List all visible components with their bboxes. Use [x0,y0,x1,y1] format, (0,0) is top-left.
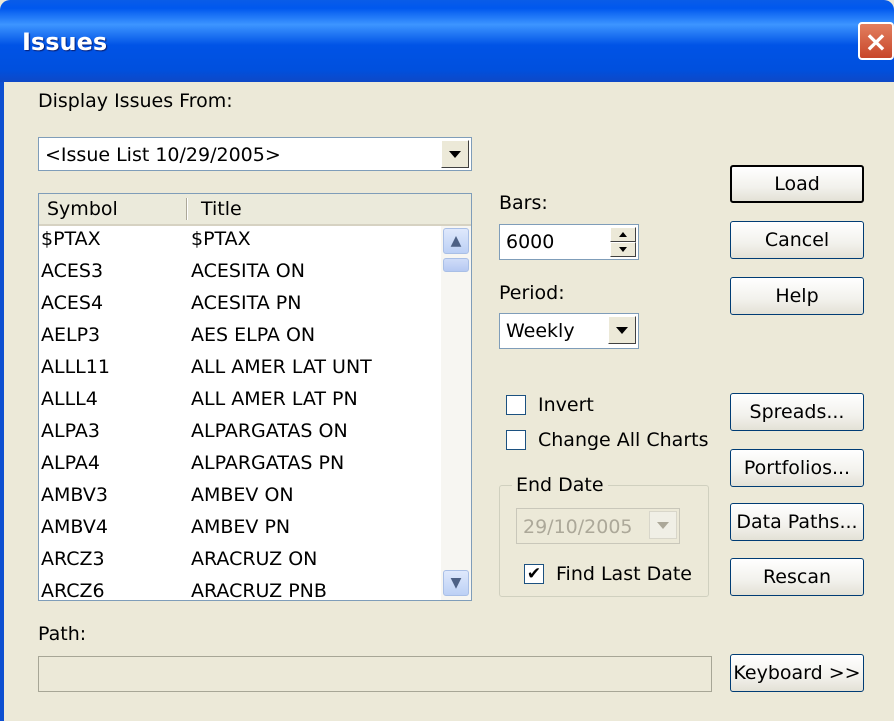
column-header-symbol[interactable]: Symbol [47,198,118,220]
title-cell: ACESITA ON [191,260,305,282]
column-header-title[interactable]: Title [201,198,242,220]
title-cell: ALL AMER LAT UNT [191,356,372,378]
end-date-value: 29/10/2005 [523,516,633,538]
list-item[interactable]: AMBV3 AMBEV ON [39,484,439,516]
bars-spinner[interactable]: 6000 [499,224,639,260]
symbol-cell: ALPA3 [41,420,100,442]
spreads-button[interactable]: Spreads... [730,393,864,431]
path-label: Path: [38,623,87,645]
chevron-down-icon[interactable] [608,316,636,344]
help-button[interactable]: Help [730,277,864,315]
title-cell: AES ELPA ON [191,324,316,346]
symbol-cell: AMBV3 [41,484,108,506]
column-divider[interactable] [186,198,188,220]
end-date-label: End Date [512,474,608,496]
period-value: Weekly [506,320,575,342]
scroll-up-icon: ▲ [450,233,462,249]
list-rows: $PTAX $PTAX ACES3 ACESITA ON ACES4 ACESITA PN… [39,228,439,601]
scroll-thumb[interactable] [443,258,469,272]
list-item[interactable]: ACES4 ACESITA PN [39,292,439,324]
symbol-cell: ACES4 [41,292,104,314]
checkmark-icon: ✔ [526,563,542,584]
symbol-cell: ALLL4 [41,388,98,410]
scroll-down-button[interactable]: ▼ [443,570,469,596]
vertical-scrollbar[interactable]: ▲ ▼ [441,226,471,600]
list-item[interactable]: ARCZ3 ARACRUZ ON [39,548,439,580]
keyboard-button[interactable]: Keyboard >> [730,654,864,692]
title-cell: ALPARGATAS ON [191,420,348,442]
issue-list-combobox[interactable]: <Issue List 10/29/2005> [38,137,472,171]
close-button[interactable]: × [858,22,894,60]
title-cell: ALPARGATAS PN [191,452,345,474]
scroll-up-button[interactable]: ▲ [443,228,469,254]
list-item[interactable]: ALPA3 ALPARGATAS ON [39,420,439,452]
symbol-cell: $PTAX [41,228,101,250]
title-cell: ACESITA PN [191,292,302,314]
bars-value: 6000 [506,231,555,253]
symbol-cell: AELP3 [41,324,101,346]
title-cell: AMBEV ON [191,484,294,506]
window-title: Issues [22,28,108,56]
title-cell: ARACRUZ PNB [191,580,327,601]
invert-label[interactable]: Invert [538,394,594,416]
symbol-cell: ARCZ3 [41,548,105,570]
period-label: Period: [499,282,565,304]
period-select[interactable]: Weekly [499,313,639,349]
find-last-date-label[interactable]: Find Last Date [556,563,692,585]
data-paths-button[interactable]: Data Paths... [730,503,864,541]
issues-listview[interactable]: Symbol Title $PTAX $PTAX ACES3 ACESITA ON AC… [38,193,472,601]
load-button[interactable]: Load [730,165,864,203]
invert-checkbox[interactable] [506,395,526,415]
cancel-button[interactable]: Cancel [730,221,864,259]
change-all-charts-label[interactable]: Change All Charts [538,429,709,451]
find-last-date-checkbox[interactable]: ✔ [524,564,544,584]
close-icon: × [864,24,888,58]
scroll-down-icon: ▼ [450,575,462,591]
list-item[interactable]: ARCZ6 ARACRUZ PNB [39,580,439,601]
symbol-cell: ALPA4 [41,452,100,474]
title-cell: ARACRUZ ON [191,548,318,570]
chevron-down-icon[interactable] [441,140,469,168]
portfolios-button[interactable]: Portfolios... [730,449,864,487]
issue-list-value: <Issue List 10/29/2005> [45,144,281,166]
rescan-button[interactable]: Rescan [730,558,864,596]
list-header: Symbol Title [39,194,471,226]
list-item[interactable]: ALLL11 ALL AMER LAT UNT [39,356,439,388]
spin-up-button[interactable] [610,227,636,242]
list-item[interactable]: ACES3 ACESITA ON [39,260,439,292]
symbol-cell: ARCZ6 [41,580,105,601]
change-all-charts-checkbox[interactable] [506,430,526,450]
bars-label: Bars: [499,192,548,214]
list-item[interactable]: AELP3 AES ELPA ON [39,324,439,356]
spin-down-button[interactable] [610,242,636,257]
title-cell: $PTAX [191,228,251,250]
list-item[interactable]: $PTAX $PTAX [39,228,439,260]
symbol-cell: AMBV4 [41,516,108,538]
display-issues-label: Display Issues From: [38,90,233,112]
window-frame [0,82,4,721]
title-cell: AMBEV PN [191,516,291,538]
path-field [38,656,712,692]
end-date-combobox: 29/10/2005 [516,508,680,544]
title-bar[interactable] [0,0,894,82]
symbol-cell: ALLL11 [41,356,110,378]
list-item[interactable]: ALLL4 ALL AMER LAT PN [39,388,439,420]
symbol-cell: ACES3 [41,260,104,282]
chevron-down-icon [649,511,677,539]
list-item[interactable]: ALPA4 ALPARGATAS PN [39,452,439,484]
title-cell: ALL AMER LAT PN [191,388,358,410]
list-item[interactable]: AMBV4 AMBEV PN [39,516,439,548]
